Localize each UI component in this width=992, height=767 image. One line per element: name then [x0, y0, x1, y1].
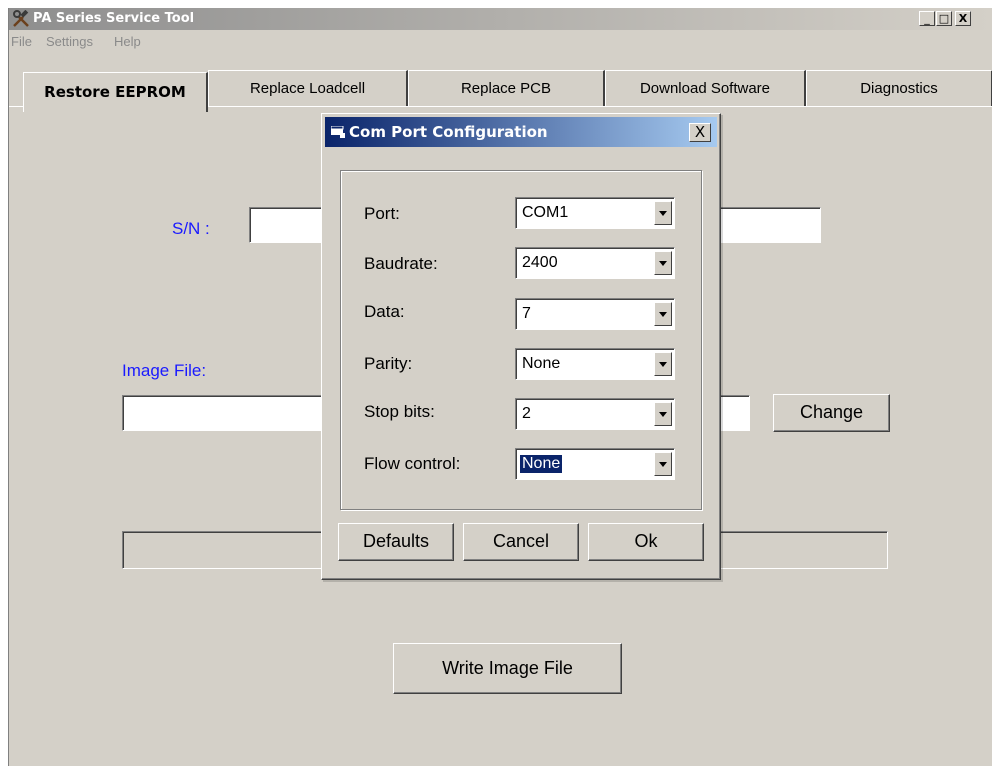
minimize-button[interactable]: _: [919, 11, 935, 26]
stop-bits-select[interactable]: 2: [515, 398, 675, 430]
chevron-down-icon[interactable]: [654, 302, 672, 326]
menu-settings[interactable]: Settings: [46, 34, 93, 49]
maximize-button[interactable]: □: [936, 11, 952, 26]
baudrate-label: Baudrate:: [364, 254, 438, 273]
baudrate-select[interactable]: 2400: [515, 247, 675, 279]
tab-diagnostics[interactable]: Diagnostics: [806, 70, 992, 106]
tools-icon: [13, 10, 29, 27]
chevron-down-icon[interactable]: [654, 201, 672, 225]
ok-button[interactable]: Ok: [588, 523, 704, 561]
image-file-label: Image File:: [122, 361, 207, 380]
tab-download-software[interactable]: Download Software: [605, 70, 806, 106]
baudrate-value: 2400: [522, 254, 558, 271]
change-button[interactable]: Change: [773, 394, 890, 432]
tab-replace-loadcell[interactable]: Replace Loadcell: [208, 70, 408, 106]
dialog-title: Com Port Configuration: [349, 123, 548, 141]
data-value: 7: [522, 305, 531, 322]
close-button[interactable]: X: [955, 11, 971, 26]
tab-replace-pcb[interactable]: Replace PCB: [408, 70, 605, 106]
stop-bits-value: 2: [522, 405, 531, 422]
com-port-dialog: Com Port Configuration X Port: COM1 Baud…: [321, 113, 721, 580]
window-icon: [331, 126, 345, 138]
cancel-button[interactable]: Cancel: [463, 523, 579, 561]
flow-control-value: None: [518, 454, 564, 474]
sn-label: S/N :: [172, 219, 210, 238]
flow-control-select[interactable]: None: [515, 448, 675, 480]
parity-label: Parity:: [364, 354, 413, 373]
data-label: Data:: [364, 302, 405, 321]
chevron-down-icon[interactable]: [654, 402, 672, 426]
menu-help[interactable]: Help: [114, 34, 141, 49]
flow-control-label: Flow control:: [364, 454, 461, 473]
port-select[interactable]: COM1: [515, 197, 675, 229]
dialog-close-button[interactable]: X: [689, 123, 711, 142]
port-value: COM1: [522, 204, 569, 221]
parity-select[interactable]: None: [515, 348, 675, 380]
menu-bar: File Settings Help: [9, 32, 992, 50]
dialog-title-bar[interactable]: Com Port Configuration X: [325, 117, 717, 147]
chevron-down-icon[interactable]: [654, 352, 672, 376]
menu-file[interactable]: File: [11, 34, 32, 49]
stop-bits-label: Stop bits:: [364, 402, 435, 421]
defaults-button[interactable]: Defaults: [338, 523, 454, 561]
title-bar[interactable]: PA Series Service Tool _ □ X: [9, 8, 992, 30]
chevron-down-icon[interactable]: [654, 251, 672, 275]
port-label: Port:: [364, 204, 400, 223]
parity-value: None: [522, 355, 561, 372]
write-image-file-button[interactable]: Write Image File: [393, 643, 622, 694]
tab-restore-eeprom[interactable]: Restore EEPROM: [23, 72, 208, 112]
data-select[interactable]: 7: [515, 298, 675, 330]
window-title: PA Series Service Tool: [33, 11, 195, 26]
chevron-down-icon[interactable]: [654, 452, 672, 476]
